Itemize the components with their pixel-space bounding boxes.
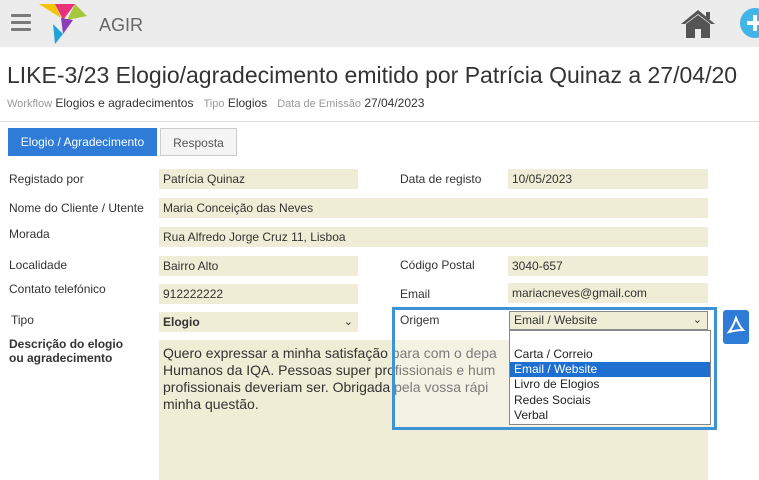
divider xyxy=(0,121,759,122)
home-icon[interactable] xyxy=(680,9,716,39)
descricao-label-2: ou agradecimento xyxy=(9,351,113,365)
page-meta: Workflow Elogios e agradecimentos Tipo E… xyxy=(7,96,424,110)
localidade-field[interactable]: Bairro Alto xyxy=(159,256,358,276)
agir-logo xyxy=(39,4,87,44)
email-label: Email xyxy=(400,287,431,301)
tipo-select-value: Elogio xyxy=(163,315,200,329)
chevron-down-icon: ⌄ xyxy=(343,316,353,328)
cliente-label: Nome do Cliente / Utente xyxy=(9,201,144,215)
date-key: Data de Emissão xyxy=(277,98,361,110)
codigo-postal-label: Código Postal xyxy=(400,258,475,272)
origem-select[interactable]: Email / Website ⌄ xyxy=(509,311,708,330)
registado-por-field[interactable]: Patrícia Quinaz xyxy=(159,169,358,189)
tab-elogio[interactable]: Elogio / Agradecimento xyxy=(8,128,157,156)
app-name: AGIR xyxy=(99,15,144,35)
pdf-icon[interactable] xyxy=(723,310,749,344)
origem-dropdown: Carta / Correio Email / Website Livro de… xyxy=(509,330,711,425)
origem-option-carta[interactable]: Carta / Correio xyxy=(510,347,710,362)
workflow-value: Elogios e agradecimentos xyxy=(55,96,194,110)
registado-por-label: Registado por xyxy=(9,172,84,186)
origem-label: Origem xyxy=(400,313,440,327)
origem-option-verbal[interactable]: Verbal xyxy=(510,408,710,423)
origem-select-value: Email / Website xyxy=(514,313,598,327)
origem-option-redes[interactable]: Redes Sociais xyxy=(510,393,710,408)
chevron-down-icon: ⌄ xyxy=(692,314,702,326)
descricao-label-1: Descrição do elogio xyxy=(9,337,124,351)
codigo-postal-field[interactable]: 3040-657 xyxy=(508,256,708,276)
data-registo-label: Data de registo xyxy=(400,172,482,186)
localidade-label: Localidade xyxy=(9,258,68,272)
tab-resposta[interactable]: Resposta xyxy=(160,128,237,156)
email-field[interactable]: mariacneves@gmail.com xyxy=(508,283,708,303)
morada-field[interactable]: Rua Alfredo Jorge Cruz 11, Lisboa xyxy=(159,227,708,247)
data-registo-field[interactable]: 10/05/2023 xyxy=(508,169,708,189)
origem-option-empty[interactable] xyxy=(510,332,710,347)
origem-option-email[interactable]: Email / Website xyxy=(510,362,710,377)
tipo-select[interactable]: Elogio ⌄ xyxy=(159,312,358,332)
page-title: LIKE-3/23 Elogio/agradecimento emitido p… xyxy=(7,62,738,88)
type-key: Tipo xyxy=(203,98,225,110)
date-value: 27/04/2023 xyxy=(364,96,425,110)
cliente-field[interactable]: Maria Conceição das Neves xyxy=(159,198,708,218)
morada-label: Morada xyxy=(9,227,50,241)
type-value: Elogios xyxy=(227,96,268,110)
telefone-field[interactable]: 912222222 xyxy=(159,284,358,304)
add-icon[interactable] xyxy=(740,8,759,38)
top-bar: AGIR xyxy=(0,0,759,47)
menu-icon[interactable] xyxy=(11,14,31,32)
workflow-key: Workflow xyxy=(7,98,53,110)
origem-option-livro[interactable]: Livro de Elogios xyxy=(510,377,710,392)
telefone-label: Contato telefónico xyxy=(9,282,106,296)
tipo-label: Tipo xyxy=(11,313,34,327)
